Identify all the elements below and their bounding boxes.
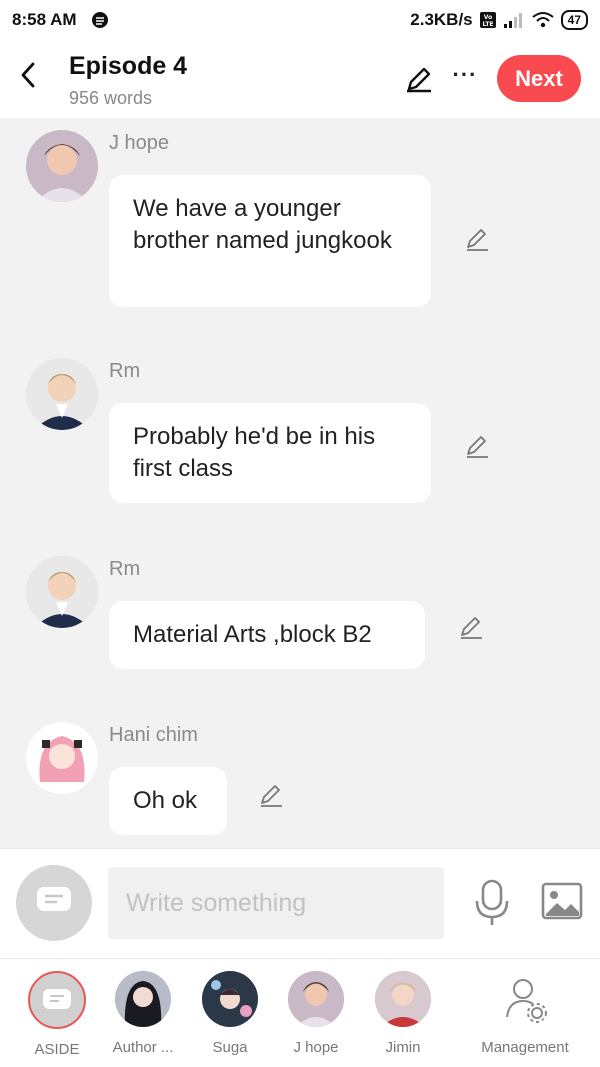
pencil-icon [464,436,490,463]
message-text: We have a younger brother named jungkook [133,195,392,254]
edit-message-button[interactable] [258,782,286,810]
svg-text:Vo: Vo [483,14,491,21]
avatar [288,971,344,1027]
speaker-name: Rm [109,360,141,382]
image-icon [541,882,583,925]
aside-toggle-button[interactable] [16,865,92,941]
pencil-icon [464,229,490,256]
message-text: Oh ok [133,787,198,814]
character-suga[interactable]: Suga [185,971,275,1056]
sync-icon [91,11,109,29]
avatar[interactable] [26,556,98,628]
word-count: 956 words [69,88,153,108]
speaker-name: Rm [109,558,141,580]
message-input[interactable] [108,867,444,939]
pencil-icon [458,617,484,644]
pencil-icon [258,785,284,812]
voice-input-button[interactable] [474,879,510,927]
insert-image-button[interactable] [541,881,583,921]
speaker-name: Hani chim [109,724,198,746]
character-label: Author ... [112,1039,174,1056]
status-time: 8:58 AM [12,10,77,29]
volte-icon: Vo LTE [479,11,497,29]
character-jhope[interactable]: J hope [271,971,361,1056]
back-arrow-icon [19,62,37,93]
character-label: J hope [293,1039,339,1056]
edit-title-button[interactable] [404,64,434,94]
message-bubble[interactable]: Material Arts ,block B2 [109,601,425,669]
avatar[interactable] [26,722,98,794]
character-label: Jimin [385,1039,421,1056]
avatar[interactable] [26,358,98,430]
status-bar: 8:58 AM 2.3KB/s Vo LTE 47 [0,0,600,40]
aside-avatar [28,971,86,1029]
avatar[interactable] [26,130,98,202]
wifi-icon [531,11,555,29]
episode-title: Episode 4 [69,52,188,80]
message-bubble[interactable]: We have a younger brother named jungkook [109,175,431,307]
character-author[interactable]: Author ... [98,971,188,1056]
edit-message-button[interactable] [464,226,492,254]
more-button[interactable]: ··· [450,62,480,87]
signal-icon [503,12,525,28]
speaker-name: J hope [109,132,170,154]
battery-icon: 47 [560,10,588,30]
editor-header: Episode 4 956 words ··· Next [0,40,600,118]
character-label: Suga [212,1039,248,1056]
back-button[interactable] [14,62,42,92]
microphone-icon [474,879,510,931]
edit-message-button[interactable] [464,433,492,461]
message-bubble[interactable]: Probably he'd be in his first class [109,403,431,503]
network-speed: 2.3KB/s [410,10,473,29]
message-text: Probably he'd be in his first class [133,423,376,482]
character-jimin[interactable]: Jimin [358,971,448,1056]
chat-thread[interactable]: J hope We have a younger brother named j… [0,118,600,848]
message-bubble[interactable]: Oh ok [109,767,227,835]
character-label: Management [481,1039,569,1056]
avatar [115,971,171,1027]
next-button[interactable]: Next [497,55,581,102]
character-selector: ASIDE Author ... Suga J hope Jimin Manag… [0,958,600,1067]
edit-message-button[interactable] [458,614,486,642]
character-label: ASIDE [34,1041,80,1058]
character-management-button[interactable]: Management [480,971,570,1056]
message-composer [0,848,600,958]
pencil-icon [404,67,434,98]
manage-person-icon [497,971,553,1027]
message-text: Material Arts ,block B2 [133,621,372,648]
avatar [375,971,431,1027]
character-aside[interactable]: ASIDE [12,971,102,1058]
svg-text:LTE: LTE [482,21,493,28]
aside-bubble-icon [36,886,72,921]
more-icon: ··· [452,62,478,87]
avatar [202,971,258,1027]
